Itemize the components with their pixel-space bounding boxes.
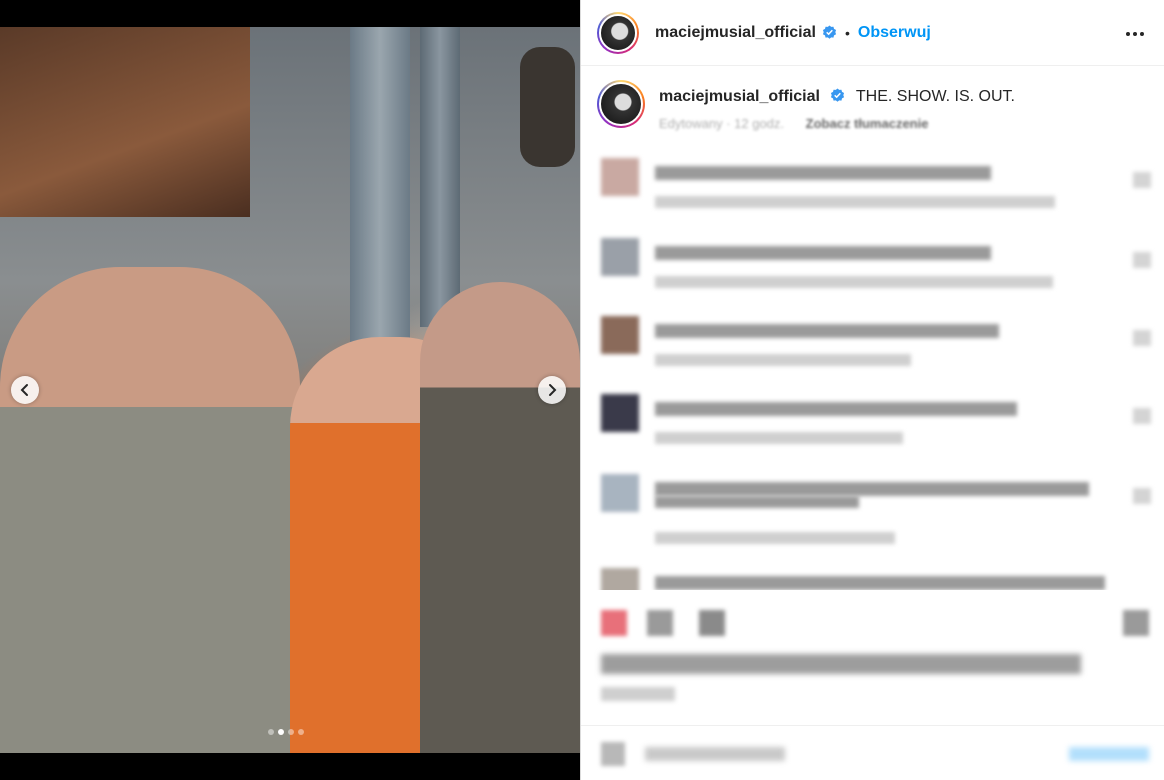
follow-button[interactable]: Obserwuj <box>858 24 931 42</box>
caption-author-avatar[interactable] <box>597 80 645 128</box>
chevron-right-icon <box>549 384 557 396</box>
carousel-dot <box>288 729 294 735</box>
header-separator: • <box>844 24 850 41</box>
save-button[interactable] <box>1123 610 1149 636</box>
comment-button[interactable] <box>647 610 673 636</box>
post-timestamp <box>601 687 675 701</box>
caption-text-block: maciejmusial_official THE. SHOW. IS. OUT… <box>659 88 1015 106</box>
carousel-dot <box>298 729 304 735</box>
carousel-next-button[interactable] <box>538 376 566 404</box>
comment-input[interactable] <box>645 747 785 761</box>
verified-badge-icon <box>831 88 845 102</box>
likes-summary[interactable] <box>601 654 1081 674</box>
post-actions <box>601 610 1149 640</box>
like-button[interactable] <box>601 610 627 636</box>
instagram-post-view: maciejmusial_official • Obserwuj maciejm… <box>0 0 1164 780</box>
share-button[interactable] <box>699 610 725 636</box>
caption-edited-time: Edytowany · 12 godz. <box>659 116 785 131</box>
more-options-button[interactable] <box>1123 22 1147 46</box>
more-options-icon <box>1126 32 1144 36</box>
media-pane <box>0 0 580 780</box>
comments-list[interactable] <box>581 140 1164 590</box>
post-comment-button[interactable] <box>1069 747 1149 761</box>
carousel-dot <box>268 729 274 735</box>
author-avatar[interactable] <box>597 11 639 54</box>
post-side-panel: maciejmusial_official • Obserwuj maciejm… <box>580 0 1164 780</box>
add-comment-bar <box>581 725 1164 780</box>
caption-body: THE. SHOW. IS. OUT. <box>855 88 1015 105</box>
carousel-indicator <box>268 729 304 735</box>
see-translation-link[interactable]: Zobacz tłumaczenie <box>806 116 929 131</box>
author-username[interactable]: maciejmusial_official <box>655 24 816 42</box>
caption-username[interactable]: maciejmusial_official <box>659 88 820 105</box>
emoji-icon[interactable] <box>601 742 625 766</box>
caption-meta: Edytowany · 12 godz. Zobacz tłumaczenie <box>659 116 928 131</box>
post-photo[interactable] <box>0 27 580 753</box>
carousel-prev-button[interactable] <box>11 376 39 404</box>
chevron-left-icon <box>20 384 28 396</box>
post-header: maciejmusial_official • Obserwuj <box>581 0 1164 66</box>
verified-badge-icon <box>822 25 837 39</box>
carousel-dot-active <box>278 729 284 735</box>
